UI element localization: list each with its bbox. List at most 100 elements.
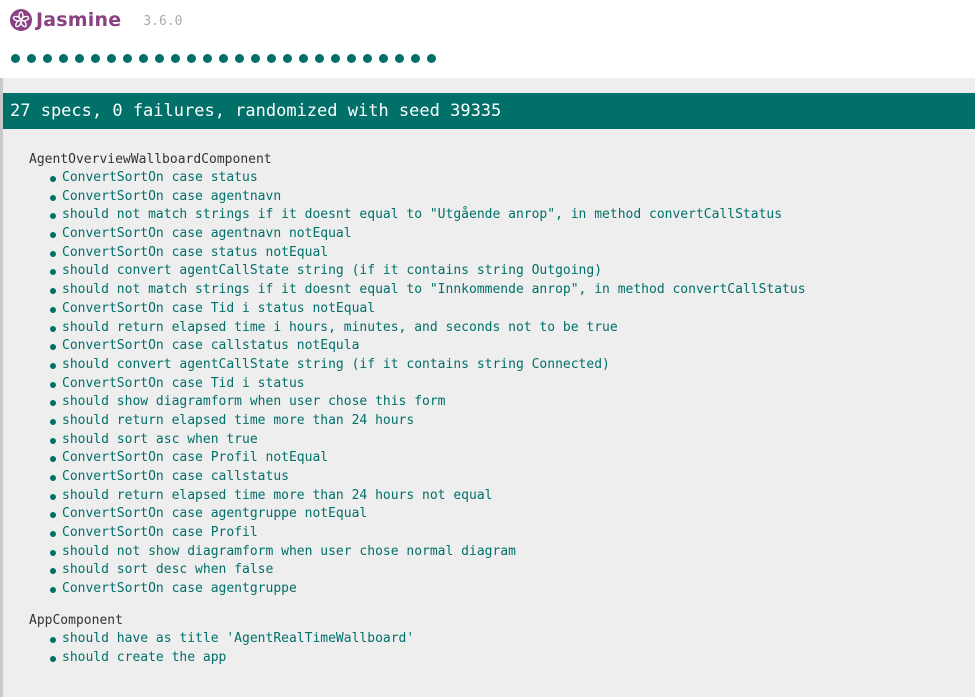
passed-spec-dot[interactable] (59, 54, 68, 63)
spec-item: should have as title 'AgentRealTimeWallb… (29, 630, 975, 649)
spec-item: ConvertSortOn case Profil notEqual (29, 449, 975, 468)
spec-link[interactable]: should not show diagramform when user ch… (46, 544, 516, 559)
passed-spec-dot[interactable] (235, 54, 244, 63)
spec-item: ConvertSortOn case agentgruppe notEqual (29, 505, 975, 524)
suite-name-link[interactable]: AppComponent (29, 611, 975, 630)
spec-item: should show diagramform when user chose … (29, 393, 975, 412)
passed-spec-dot[interactable] (27, 54, 36, 63)
passed-bullet-icon (50, 250, 56, 257)
passed-spec-dot[interactable] (171, 54, 180, 63)
spec-link[interactable]: should sort asc when true (46, 432, 258, 447)
spec-link[interactable]: ConvertSortOn case agentnavn (46, 189, 281, 204)
spec-item: should not match strings if it doesnt eq… (29, 281, 975, 300)
passed-spec-dot[interactable] (155, 54, 164, 63)
passed-bullet-icon (50, 437, 56, 444)
spec-item: should sort asc when true (29, 431, 975, 450)
passed-spec-dot[interactable] (91, 54, 100, 63)
spec-item: should create the app (29, 649, 975, 668)
spec-link[interactable]: should return elapsed time more than 24 … (46, 413, 414, 428)
passed-spec-dot[interactable] (427, 54, 436, 63)
spec-link[interactable]: ConvertSortOn case Tid i status notEqual (46, 301, 375, 316)
passed-bullet-icon (50, 493, 56, 500)
spec-link[interactable]: ConvertSortOn case agentgruppe (46, 581, 297, 596)
spec-link[interactable]: ConvertSortOn case agentgruppe notEqual (46, 506, 367, 521)
spec-link[interactable]: should convert agentCallState string (if… (46, 263, 602, 278)
spec-item: ConvertSortOn case agentnavn (29, 188, 975, 207)
spec-link[interactable]: ConvertSortOn case Tid i status (46, 376, 305, 391)
spec-link[interactable]: ConvertSortOn case Profil (46, 525, 258, 540)
spec-link[interactable]: ConvertSortOn case Profil notEqual (46, 450, 328, 465)
passed-spec-dot[interactable] (363, 54, 372, 63)
spec-item: should not show diagramform when user ch… (29, 543, 975, 562)
spec-item: should convert agentCallState string (if… (29, 262, 975, 281)
passed-spec-dot[interactable] (43, 54, 52, 63)
spec-link[interactable]: should convert agentCallState string (if… (46, 357, 610, 372)
passed-bullet-icon (50, 381, 56, 388)
passed-bullet-icon (50, 549, 56, 556)
spec-item: ConvertSortOn case callstatus notEqula (29, 337, 975, 356)
spec-link[interactable]: ConvertSortOn case status notEqual (46, 245, 328, 260)
passed-bullet-icon (50, 475, 56, 481)
spec-item: should return elapsed time i hours, minu… (29, 319, 975, 338)
passed-spec-dot[interactable] (331, 54, 340, 63)
banner: Jasmine 3.6.0 (10, 6, 182, 34)
passed-spec-dot[interactable] (251, 54, 260, 63)
passed-spec-dot[interactable] (139, 54, 148, 63)
spec-item: should return elapsed time more than 24 … (29, 412, 975, 431)
spec-link[interactable]: should have as title 'AgentRealTimeWallb… (46, 631, 414, 646)
spec-item: ConvertSortOn case status (29, 169, 975, 188)
spec-item: ConvertSortOn case Profil (29, 524, 975, 543)
suite: AgentOverviewWallboardComponent ConvertSo… (29, 150, 975, 599)
passed-bullet-icon (50, 176, 56, 182)
passed-spec-dot[interactable] (187, 54, 196, 63)
passed-spec-dot[interactable] (299, 54, 308, 63)
passed-spec-dot[interactable] (123, 54, 132, 63)
spec-link[interactable]: should create the app (46, 650, 226, 665)
results-list: AgentOverviewWallboardComponent ConvertSo… (29, 150, 975, 679)
spec-item: should not match strings if it doesnt eq… (29, 206, 975, 225)
passed-bullet-icon (50, 655, 56, 662)
passed-spec-dot[interactable] (315, 54, 324, 63)
spec-link[interactable]: should return elapsed time more than 24 … (46, 488, 492, 503)
passed-spec-dot[interactable] (11, 54, 20, 63)
suite: AppComponent should have as title 'AgentR… (29, 611, 975, 667)
spec-link[interactable]: ConvertSortOn case status (46, 170, 258, 185)
spec-item: should convert agentCallState string (if… (29, 356, 975, 375)
spec-link[interactable]: should sort desc when false (46, 562, 273, 577)
passed-spec-dot[interactable] (203, 54, 212, 63)
spec-link[interactable]: ConvertSortOn case callstatus notEqula (46, 338, 359, 353)
passed-spec-dot[interactable] (347, 54, 356, 63)
header: Jasmine 3.6.0 (0, 0, 975, 78)
passed-spec-dot[interactable] (267, 54, 276, 63)
passed-spec-dot[interactable] (283, 54, 292, 63)
spec-item: ConvertSortOn case status notEqual (29, 244, 975, 263)
jasmine-flower-icon[interactable] (10, 9, 32, 31)
passed-spec-dot[interactable] (107, 54, 116, 63)
spec-link[interactable]: ConvertSortOn case agentnavn notEqual (46, 226, 352, 241)
passed-spec-dot[interactable] (379, 54, 388, 63)
jasmine-html-reporter: Jasmine 3.6.0 27 specs, 0 failures, rand… (0, 0, 975, 697)
passed-bullet-icon (50, 325, 56, 332)
passed-bullet-icon (50, 306, 56, 313)
passed-spec-dot[interactable] (219, 54, 228, 63)
passed-spec-dot[interactable] (395, 54, 404, 63)
passed-spec-dot[interactable] (411, 54, 420, 63)
spec-item: ConvertSortOn case agentnavn notEqual (29, 225, 975, 244)
passed-bullet-icon (50, 362, 56, 369)
spec-item: should return elapsed time more than 24 … (29, 487, 975, 506)
spec-item: ConvertSortOn case Tid i status notEqual (29, 300, 975, 319)
version-label: 3.6.0 (143, 13, 183, 29)
jasmine-title[interactable]: Jasmine (36, 9, 121, 31)
spec-link[interactable]: should not match strings if it doesnt eq… (46, 282, 806, 297)
spec-item: ConvertSortOn case agentgruppe (29, 580, 975, 599)
spec-link[interactable]: should not match strings if it doesnt eq… (46, 207, 782, 222)
spec-link[interactable]: should show diagramform when user chose … (46, 394, 446, 409)
passed-bullet-icon (50, 194, 56, 201)
results-summary-bar: 27 specs, 0 failures, randomized with se… (3, 93, 975, 129)
spec-link[interactable]: ConvertSortOn case callstatus (46, 469, 289, 484)
passed-bullet-icon (50, 418, 56, 425)
symbol-summary (11, 54, 436, 63)
suite-name-link[interactable]: AgentOverviewWallboardComponent (29, 150, 975, 169)
spec-link[interactable]: should return elapsed time i hours, minu… (46, 320, 618, 335)
passed-spec-dot[interactable] (75, 54, 84, 63)
